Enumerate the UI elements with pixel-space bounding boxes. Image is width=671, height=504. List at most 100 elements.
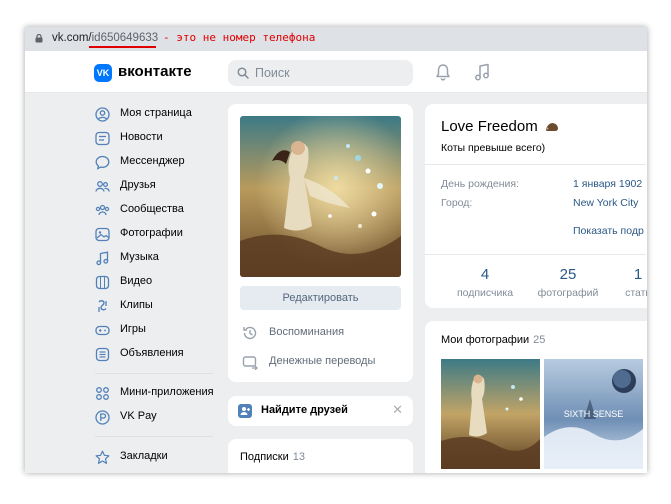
stat-photos[interactable]: 25 фотографий [530,266,606,299]
thumbnail-caption: SIXTH SENSE [564,409,624,419]
edit-profile-button[interactable]: Редактировать [240,286,401,310]
money-transfer-icon [242,356,258,370]
show-details-link[interactable]: Показать подр [573,225,644,237]
sidebar-divider [95,373,213,374]
sidebar-item-vk-pay[interactable]: VK Pay [95,408,245,426]
vk-logo-icon[interactable]: VK [94,64,112,82]
music-icon[interactable] [474,63,490,81]
sidebar-item-classifieds[interactable]: Объявления [95,345,245,363]
find-friends-label: Найдите друзей [261,404,348,416]
stat-articles[interactable]: 1 стать [613,266,647,299]
avatar-card: Редактировать Воспоминания Денежные пере… [228,104,413,382]
money-transfers-link[interactable]: Денежные переводы [242,354,402,370]
sidebar-item-label: Мини-приложения [120,386,214,398]
sidebar-item-friends[interactable]: Друзья [95,177,245,195]
photos-header[interactable]: Мои фотографии 25 [441,334,545,346]
close-icon[interactable]: ✕ [392,402,403,418]
sidebar-item-label: Новости [120,131,163,143]
stat-followers[interactable]: 4 подписчика [447,266,523,299]
info-divider [425,254,646,255]
sidebar-item-mini-apps[interactable]: Мини-приложения [95,384,245,402]
photo-icon [95,227,110,242]
sidebar-divider [95,436,213,437]
sidebar-item-clips[interactable]: Клипы [95,297,245,315]
city-label: Город: [441,197,473,209]
photos-count: 25 [533,334,546,346]
stat-caption: подписчика [456,287,514,299]
photo-thumbnail[interactable] [441,359,540,469]
bell-icon[interactable] [435,63,451,81]
user-circle-icon [95,107,110,122]
add-friend-icon [238,404,252,418]
sidebar-item-photos[interactable]: Фотографии [95,225,245,243]
sidebar-item-label: Сообщества [120,203,184,215]
music-icon [96,251,109,266]
address-bar[interactable]: vk.com/id650649633 - это не номер телефо… [25,27,647,51]
lock-icon [35,34,43,43]
apps-icon [96,387,109,400]
sidebar-item-news[interactable]: Новости [95,129,245,147]
money-transfers-label: Денежные переводы [269,355,376,367]
profile-status[interactable]: Коты превыше всего) [441,142,545,154]
find-friends-card[interactable]: Найдите друзей ✕ [228,396,413,426]
site-header: VK вконтакте Поиск [25,51,647,93]
sidebar-item-label: Мессенджер [120,155,185,167]
url-text[interactable]: vk.com/id650649633 [52,32,158,44]
sidebar-item-label: VK Pay [120,410,157,422]
photo-thumbnail-image: SIXTH SENSE [544,359,643,469]
photo-thumbnail-image [441,359,540,469]
sidebar-item-label: Друзья [120,179,156,191]
sidebar-item-label: Закладки [120,450,168,462]
sidebar-item-video[interactable]: Видео [95,273,245,291]
sidebar-item-music[interactable]: Музыка [95,249,245,267]
sidebar-item-label: Игры [120,323,146,335]
logo-text[interactable]: вконтакте [118,63,192,80]
stat-value: 1 [633,266,643,283]
sidebar-item-label: Моя страница [120,107,192,119]
news-icon [95,131,110,146]
memories-label: Воспоминания [269,326,345,338]
search-icon [237,67,249,79]
sidebar-item-label: Музыка [120,251,159,263]
profile-info-card: Love Freedom Коты превыше всего) День ро… [425,104,647,308]
annotation-underline [89,46,156,48]
subscriptions-title: Подписки [240,451,289,463]
clips-icon [98,300,107,312]
vkpay-icon [95,410,110,425]
sidebar-item-label: Клипы [120,299,153,311]
sidebar-item-communities[interactable]: Сообщества [95,201,245,219]
stat-value: 25 [559,266,577,283]
avatar-artwork [240,116,401,277]
sidebar-item-games[interactable]: Игры [95,321,245,339]
memories-link[interactable]: Воспоминания [242,325,402,341]
sidebar-item-label: Видео [120,275,153,287]
sidebar-item-my-page[interactable]: Моя страница [95,105,245,123]
url-path: id650649633 [91,32,159,44]
birthday-label: День рождения: [441,178,519,190]
photo-thumbnail[interactable]: SIXTH SENSE [544,359,643,469]
sidebar-item-bookmarks[interactable]: Закладки [95,448,245,466]
sidebar-item-label: Фотографии [120,227,183,239]
search-input[interactable]: Поиск [228,60,413,86]
city-value[interactable]: New York City [573,197,638,209]
profile-avatar[interactable] [240,116,401,277]
hedgehog-emoji-icon [545,123,558,132]
memories-icon [243,326,257,340]
sidebar-item-messenger[interactable]: Мессенджер [95,153,245,171]
url-host: vk.com/ [52,32,92,44]
birthday-value[interactable]: 1 января 1902 [573,178,642,190]
annotation-note: - это не номер телефона [163,31,316,44]
my-photos-card: Мои фотографии 25 SIXTH SENSE [425,321,647,473]
stat-caption: стать [625,287,647,299]
subscriptions-count: 13 [292,451,306,463]
search-placeholder: Поиск [255,66,290,80]
subscriptions-card: Подписки 13 [228,439,413,473]
chat-bubble-icon [95,155,110,170]
video-icon [95,275,110,290]
profile-name: Love Freedom [441,118,559,135]
stat-caption: фотографий [537,287,599,299]
info-divider [425,164,646,165]
communities-icon [95,204,110,216]
subscriptions-header[interactable]: Подписки 13 [240,451,305,463]
profile-name-text: Love Freedom [441,118,538,135]
